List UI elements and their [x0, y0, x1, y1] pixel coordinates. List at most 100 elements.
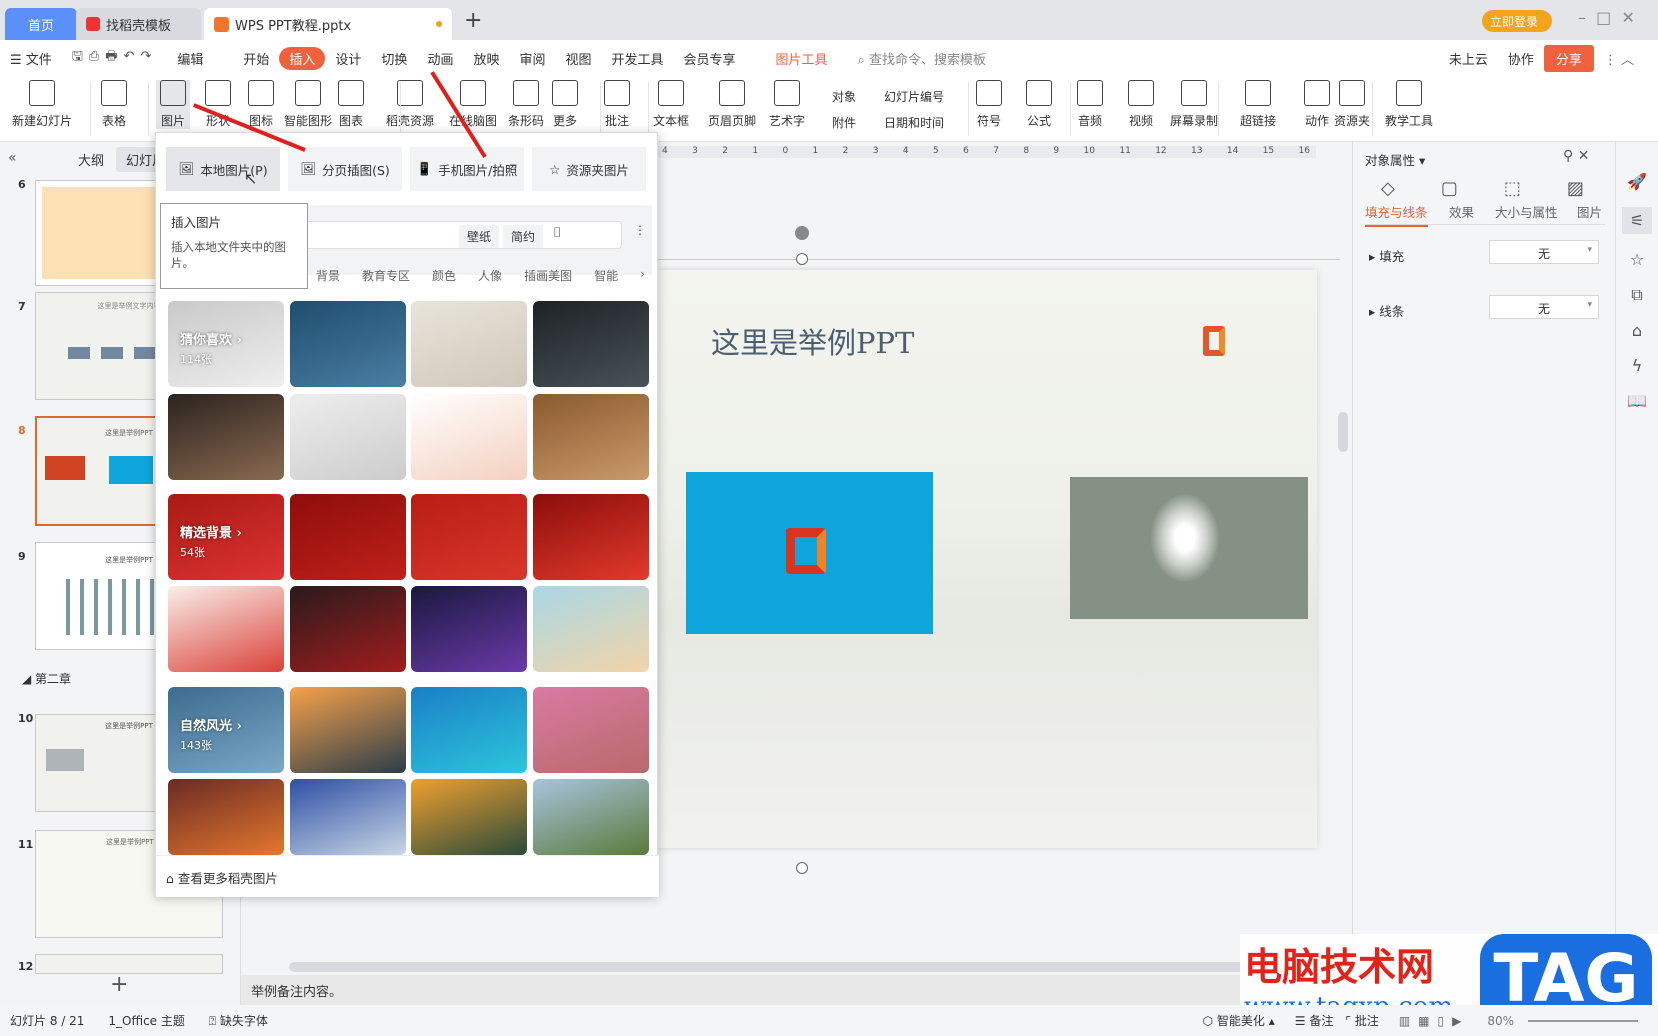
- tab-document[interactable]: WPS PPT教程.pptx: [204, 8, 452, 40]
- comment-button[interactable]: 批注: [604, 80, 630, 129]
- collapse-ribbon-button[interactable]: ⋮ ︿: [1594, 49, 1644, 68]
- more-button[interactable]: 更多: [552, 80, 578, 129]
- category-portrait[interactable]: 人像: [478, 267, 502, 284]
- picture-thumbnail[interactable]: [533, 687, 649, 773]
- picture-thumbnail[interactable]: [411, 394, 527, 480]
- picture-thumbnail[interactable]: [290, 687, 406, 773]
- tag-simple[interactable]: 简约: [503, 225, 544, 248]
- notes-pane[interactable]: 举例备注内容。: [241, 975, 1351, 1005]
- picture-thumbnail[interactable]: [411, 301, 527, 387]
- resource-folder-button[interactable]: 资源夹: [1334, 80, 1370, 129]
- line-section-toggle[interactable]: ▸ 线条: [1369, 301, 1404, 320]
- word-art-button[interactable]: 艺术字: [769, 80, 805, 129]
- notes-toggle[interactable]: ☰ 备注: [1295, 1012, 1334, 1029]
- edit-menu[interactable]: 编辑: [167, 49, 213, 68]
- paged-picture-button[interactable]: 🖼 分页插图(S): [288, 147, 402, 191]
- horizontal-scrollbar[interactable]: [289, 962, 1289, 972]
- date-time-button[interactable]: 日期和时间: [884, 114, 944, 131]
- menu-member[interactable]: 会员专享: [674, 49, 746, 68]
- category-education[interactable]: 教育专区: [362, 267, 410, 284]
- line-select[interactable]: 无 ▾: [1489, 295, 1599, 319]
- gray-picture[interactable]: [1070, 477, 1308, 619]
- docer-store-icon[interactable]: ⌂: [1632, 321, 1642, 340]
- object-button[interactable]: 对象: [832, 88, 856, 105]
- picture-thumbnail[interactable]: [533, 301, 649, 387]
- menu-start[interactable]: 开始: [233, 49, 279, 68]
- audio-button[interactable]: 音频: [1077, 80, 1103, 129]
- video-button[interactable]: 视频: [1128, 80, 1154, 129]
- picture-thumbnail[interactable]: 自然风光 › 143张: [168, 687, 284, 773]
- command-search[interactable]: ⌕ 查找命令、搜索模板: [848, 49, 996, 68]
- tab-home[interactable]: 首页: [5, 8, 77, 40]
- picture-thumbnail[interactable]: [411, 779, 527, 855]
- tag-wallpaper[interactable]: 壁纸: [459, 225, 500, 248]
- blue-picture[interactable]: [686, 472, 933, 634]
- theme-name[interactable]: 1_Office 主题: [108, 1012, 184, 1029]
- add-slide-button[interactable]: +: [110, 972, 128, 997]
- rocket-icon[interactable]: 🚀: [1627, 172, 1647, 191]
- mind-map-button[interactable]: 在线脑图: [449, 80, 497, 129]
- local-picture-button[interactable]: 🖼 本地图片(P): [166, 147, 280, 191]
- zoom-level[interactable]: 80%: [1483, 1012, 1518, 1029]
- smart-art-button[interactable]: 智能图形: [284, 80, 332, 129]
- picture-search-input[interactable]: 色 壁纸 简约 ⌷: [266, 221, 622, 249]
- menu-design[interactable]: 设计: [325, 49, 371, 68]
- screen-record-button[interactable]: 屏幕录制: [1170, 80, 1218, 129]
- symbol-button[interactable]: 符号: [976, 80, 1002, 129]
- tab-docer[interactable]: 找稻壳模板: [76, 8, 201, 40]
- fill-select[interactable]: 无 ▾: [1489, 240, 1599, 264]
- transition-icon[interactable]: ⧉: [1631, 285, 1642, 305]
- picture-button[interactable]: 图片: [156, 80, 190, 129]
- share-button[interactable]: 分享: [1543, 44, 1594, 72]
- action-button[interactable]: 动作: [1304, 80, 1330, 129]
- camera-search-icon[interactable]: ⌷: [553, 225, 561, 241]
- docer-resources-button[interactable]: 稻壳资源: [386, 80, 434, 129]
- tab-effects[interactable]: 效果: [1449, 202, 1474, 221]
- picture-thumbnail[interactable]: [290, 779, 406, 855]
- category-color[interactable]: 颜色: [432, 267, 456, 284]
- comment-toggle[interactable]: ⌜ 批注: [1345, 1012, 1378, 1029]
- resource-folder-picture-button[interactable]: ☆ 资源夹图片: [532, 147, 646, 191]
- picture-thumbnail[interactable]: [168, 394, 284, 480]
- lightning-icon[interactable]: ϟ: [1632, 356, 1643, 375]
- picture-thumbnail[interactable]: [533, 394, 649, 480]
- pin-close-buttons[interactable]: ⚲ ✕: [1563, 148, 1589, 164]
- resize-handle[interactable]: [796, 862, 808, 874]
- header-footer-button[interactable]: 页眉页脚: [708, 80, 756, 129]
- category-background[interactable]: 背景: [316, 267, 340, 284]
- category-next-icon[interactable]: ›: [640, 267, 645, 284]
- slide-number-button[interactable]: 幻灯片编号: [884, 88, 944, 105]
- login-button[interactable]: 立即登录: [1482, 10, 1552, 32]
- vertical-scrollbar[interactable]: [1338, 412, 1348, 452]
- window-controls[interactable]: – □ ✕: [1578, 8, 1635, 27]
- tab-picture[interactable]: 图片: [1577, 202, 1602, 221]
- picture-thumbnail[interactable]: [290, 494, 406, 580]
- picture-thumbnail[interactable]: [411, 586, 527, 672]
- collab-button[interactable]: 协作: [1498, 49, 1544, 68]
- menu-slideshow[interactable]: 放映: [463, 49, 509, 68]
- tab-size-properties[interactable]: 大小与属性: [1495, 202, 1558, 221]
- hyperlink-button[interactable]: 超链接: [1240, 80, 1276, 129]
- picture-thumbnail[interactable]: [168, 779, 284, 855]
- picture-thumbnail[interactable]: [290, 586, 406, 672]
- book-search-icon[interactable]: 📖: [1627, 391, 1647, 410]
- office-logo-icon[interactable]: [1203, 326, 1225, 356]
- category-illustration[interactable]: 插画美图: [524, 267, 572, 284]
- teaching-tools-button[interactable]: 教学工具: [1385, 80, 1433, 129]
- category-smart[interactable]: 智能: [594, 267, 618, 284]
- menu-insert[interactable]: 插入: [279, 46, 326, 70]
- icon-button[interactable]: 图标: [248, 80, 274, 129]
- tab-outline[interactable]: 大纲: [78, 150, 104, 169]
- view-mode-buttons[interactable]: ▥▦▯▶: [1399, 1014, 1470, 1028]
- file-menu[interactable]: ☰ 文件: [0, 49, 62, 68]
- menu-transition[interactable]: 切换: [371, 49, 417, 68]
- missing-font-button[interactable]: ⍰ 缺失字体: [209, 1012, 268, 1029]
- slide-title[interactable]: 这里是举例PPT: [711, 320, 914, 362]
- shape-button[interactable]: 形状: [205, 80, 231, 129]
- slide-thumbnail-12[interactable]: [35, 954, 223, 974]
- panel-title[interactable]: 对象属性 ▾: [1365, 150, 1425, 169]
- collapse-panel-button[interactable]: «: [8, 150, 17, 166]
- picture-thumbnail[interactable]: 猜你喜欢 › 114张: [168, 301, 284, 387]
- section-header[interactable]: ◢ 第二章: [22, 670, 71, 687]
- picture-thumbnail[interactable]: [411, 687, 527, 773]
